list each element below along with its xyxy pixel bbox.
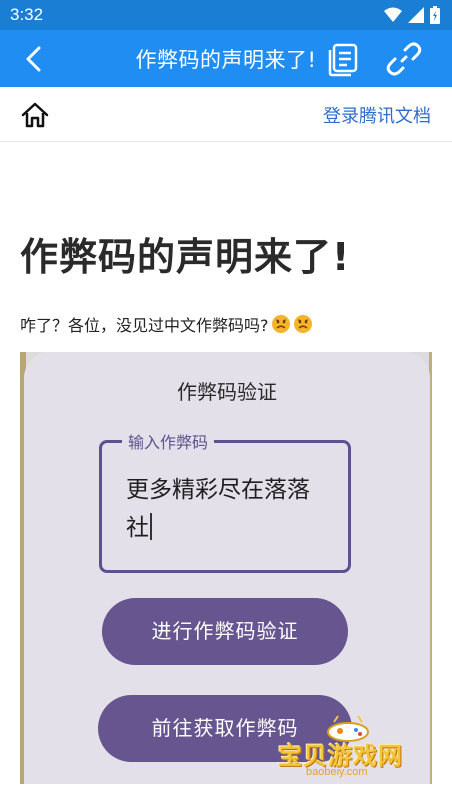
link-icon <box>386 42 422 76</box>
share-link-button[interactable] <box>385 40 423 78</box>
signal-icon <box>408 7 424 23</box>
copy-button[interactable] <box>325 41 361 77</box>
home-button[interactable] <box>20 100 50 130</box>
verify-cheat-code-button: 进行作弊码验证 <box>102 598 348 665</box>
cheat-code-input: 输入作弊码 更多精彩尽在落落社 <box>99 429 351 573</box>
frowning-face-emoji-icon <box>271 315 290 333</box>
status-bar: 3:32 <box>0 0 452 30</box>
input-value-text: 更多精彩尽在落落社 <box>126 477 310 541</box>
paragraph-text: 咋了？各位，没见过中文作弊码吗? <box>20 316 269 335</box>
home-icon <box>21 102 49 128</box>
input-value: 更多精彩尽在落落社 <box>126 471 332 547</box>
battery-icon <box>430 6 440 24</box>
app-bar: 作弊码的声明来了! <box>0 30 452 87</box>
document-title: 作弊码的声明来了! <box>20 235 351 279</box>
text-caret <box>150 513 152 540</box>
watermark-url: baobeiy.com <box>306 766 368 778</box>
copy-document-icon <box>328 43 358 77</box>
site-watermark: 宝贝游戏网 baobeiy.com <box>276 712 426 784</box>
login-tencent-docs-link[interactable]: 登录腾讯文档 <box>323 102 431 128</box>
doc-toolbar: 登录腾讯文档 <box>0 87 452 142</box>
frowning-face-emoji-icon <box>293 315 312 333</box>
input-label: 输入作弊码 <box>122 429 215 453</box>
status-time: 3:32 <box>10 5 44 24</box>
wifi-icon <box>384 7 402 22</box>
document-paragraph: 咋了？各位，没见过中文作弊码吗? <box>20 312 313 336</box>
status-icons <box>384 6 440 24</box>
dialog-title: 作弊码验证 <box>177 380 277 404</box>
